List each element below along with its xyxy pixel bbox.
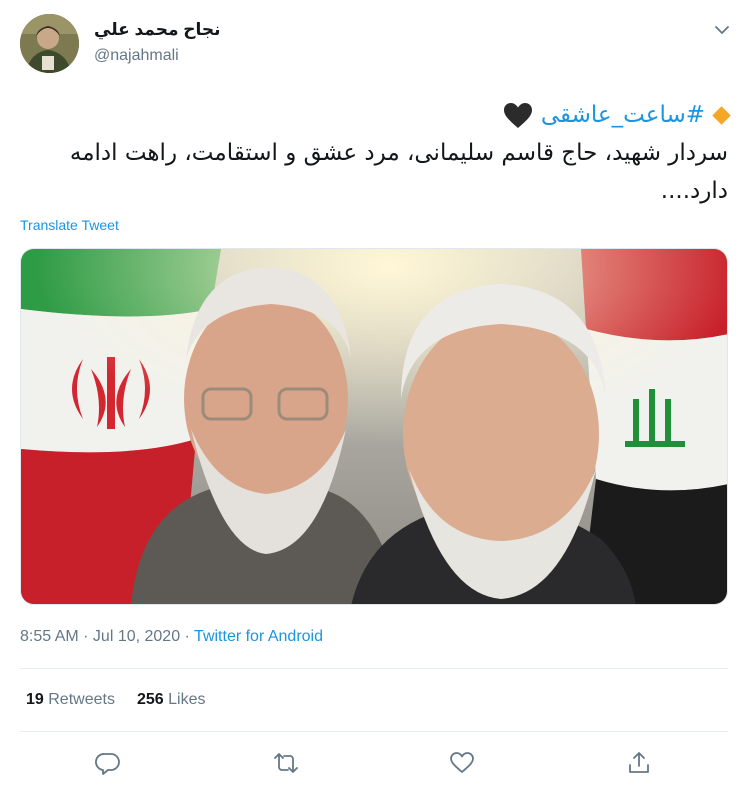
likes-stat[interactable]: 256 Likes [137, 691, 206, 709]
orange-diamond-icon [712, 106, 731, 125]
translate-tweet-link[interactable]: Translate Tweet [20, 217, 119, 233]
tweet-image[interactable] [20, 248, 728, 605]
tweet-body: سردار شهید، حاج قاسم سلیمانی، مرد عشق و … [69, 140, 728, 204]
reply-icon[interactable] [95, 750, 121, 776]
divider [20, 668, 728, 669]
user-avatar-icon [20, 14, 79, 73]
share-icon[interactable] [626, 750, 652, 776]
tweet-actions [20, 748, 728, 778]
tweet-hashtag-line: #ساعت_عاشقی [16, 96, 731, 134]
tweet-date[interactable]: Jul 10, 2020 [93, 628, 180, 645]
meta-separator: · [180, 628, 195, 645]
black-heart-icon [503, 103, 532, 128]
divider [20, 731, 728, 732]
likes-label: Likes [168, 691, 206, 708]
chevron-down-icon[interactable] [714, 22, 730, 38]
user-handle[interactable]: @najahmali [94, 47, 179, 65]
tweet-source[interactable]: Twitter for Android [194, 628, 323, 645]
like-icon[interactable] [449, 750, 475, 776]
tweet-header: نجاح محمد علي @najahmali [20, 14, 732, 74]
avatar[interactable] [20, 14, 79, 73]
tweet-stats: 19 Retweets 256 Likes [26, 691, 205, 709]
meta-separator: · [78, 628, 93, 645]
tweet-text: #ساعت_عاشقی سردار شهید، حاج قاسم سلیمانی… [16, 96, 731, 210]
hashtag-link[interactable]: #ساعت_عاشقی [541, 102, 705, 128]
photo-image [21, 249, 727, 604]
display-name[interactable]: نجاح محمد علي [94, 20, 220, 40]
retweets-label: Retweets [48, 691, 115, 708]
retweet-icon[interactable] [273, 750, 299, 776]
likes-count: 256 [136, 691, 164, 708]
tweet-meta: 8:55 AM · Jul 10, 2020 · Twitter for And… [20, 628, 323, 646]
retweets-count: 19 [26, 691, 44, 708]
retweets-stat[interactable]: 19 Retweets [26, 691, 115, 709]
tweet-time[interactable]: 8:55 AM [20, 628, 79, 645]
